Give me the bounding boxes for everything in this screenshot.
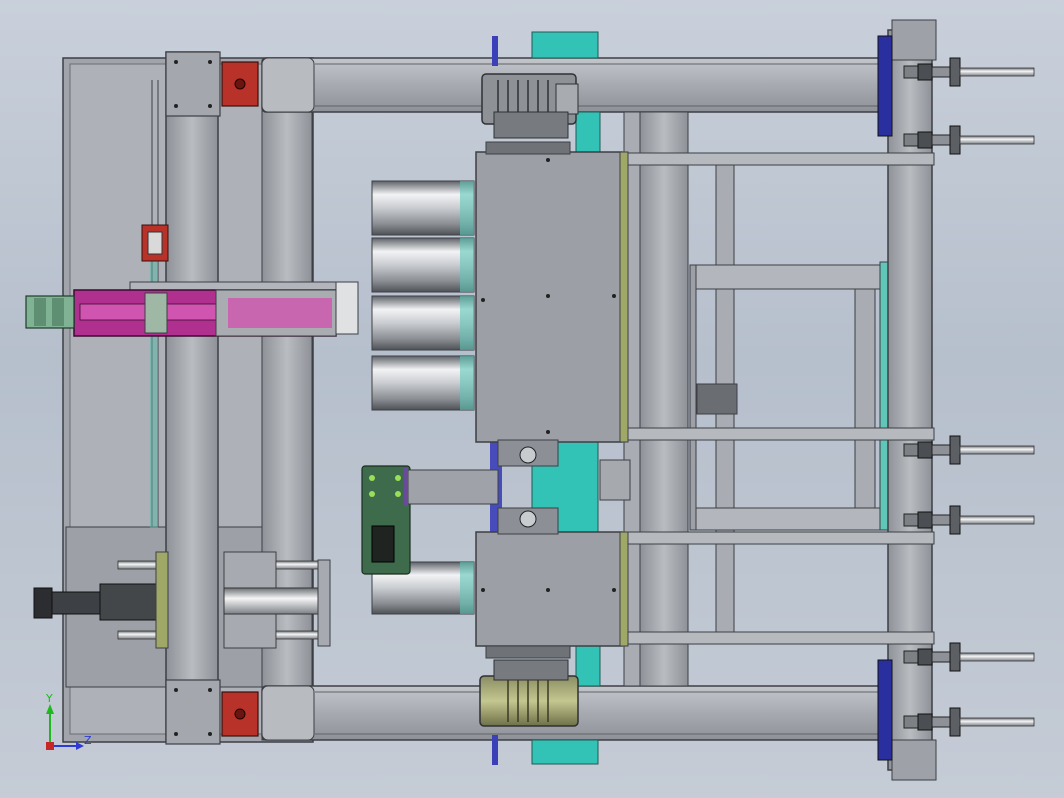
- drum-cylinder: [371, 355, 475, 411]
- y-axis-label: Y: [45, 692, 53, 705]
- horizontal-slide[interactable]: [73, 281, 359, 337]
- drum-cylinder: [371, 295, 475, 351]
- stepper-motor[interactable]: [25, 295, 75, 329]
- drum-cylinder: [371, 180, 475, 236]
- z-axis-label: Z: [84, 734, 92, 747]
- lower-housing[interactable]: [475, 531, 629, 647]
- assembly-drawing[interactable]: Y Z: [0, 0, 1064, 798]
- cad-viewport[interactable]: Y Z: [0, 0, 1064, 798]
- drum-cylinder: [371, 237, 475, 293]
- top-gearmotor[interactable]: [481, 73, 579, 139]
- bottom-gearmotor[interactable]: [479, 659, 579, 727]
- upper-housing[interactable]: [475, 151, 629, 443]
- vertical-carriage[interactable]: [165, 51, 221, 745]
